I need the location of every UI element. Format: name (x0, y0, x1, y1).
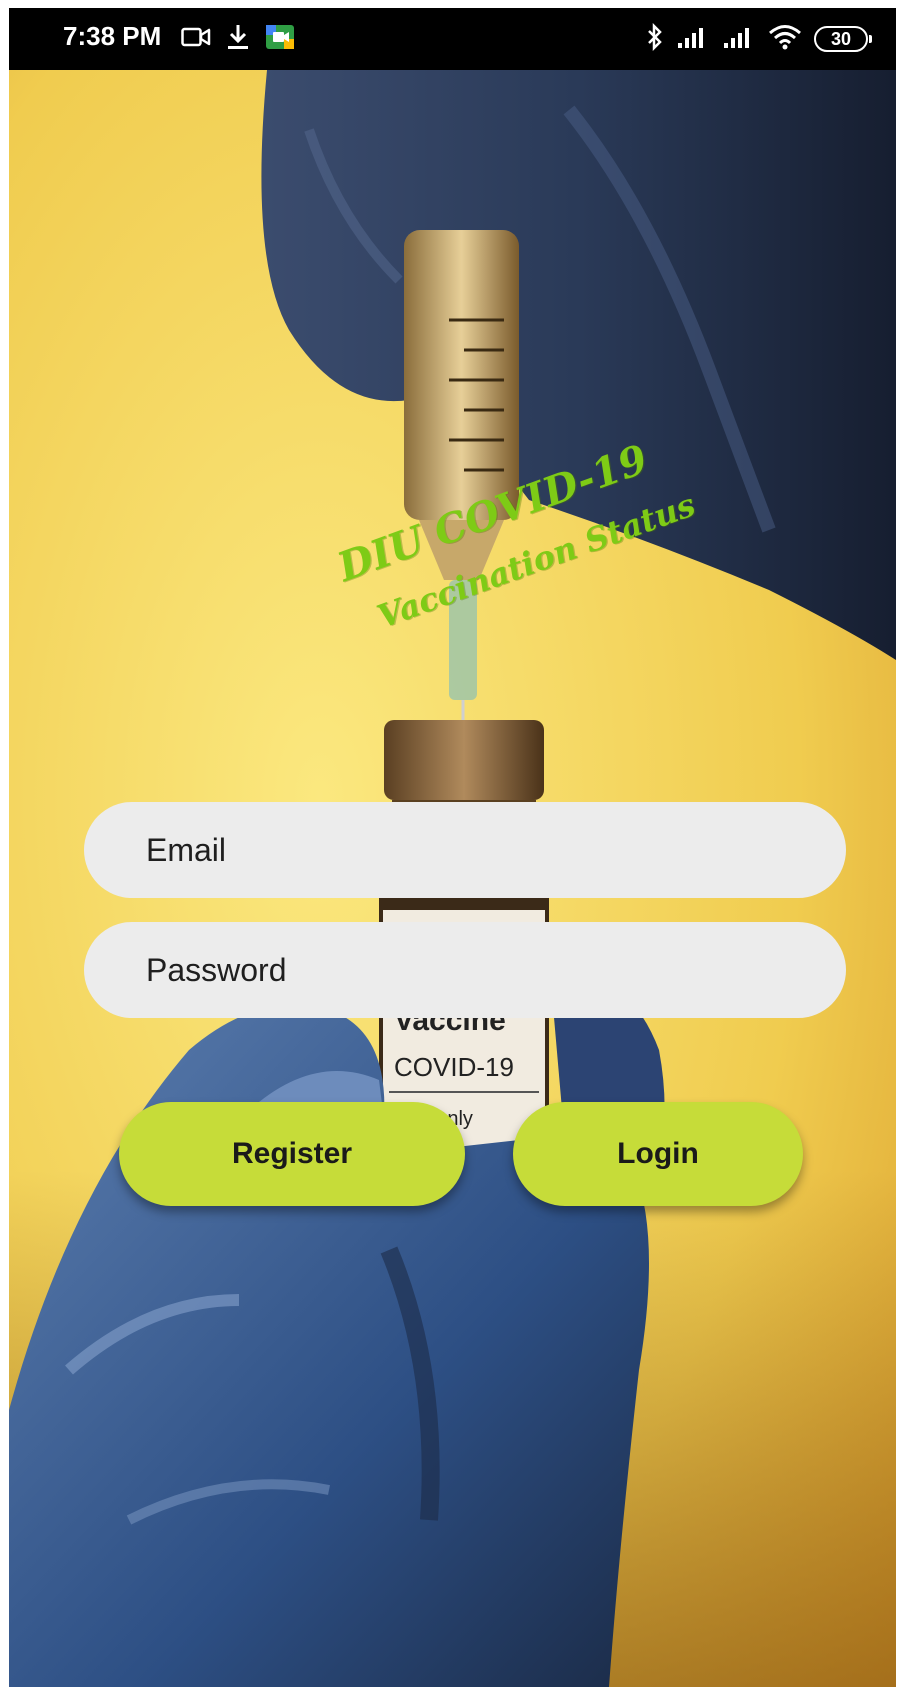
signal-icon (676, 25, 710, 54)
status-time: 7:38 PM (63, 21, 162, 51)
status-left-icons (181, 22, 295, 56)
app-screen: 7:38 PM 30 Vaccine COVID-19 Only DIU COV… (9, 8, 896, 1687)
wifi-icon (768, 23, 802, 56)
vial-label-covid: COVID-19 (394, 1052, 514, 1082)
download-icon (225, 23, 251, 56)
status-bar: 7:38 PM 30 (9, 8, 896, 70)
battery-icon: 30 (814, 26, 872, 52)
signal-icon (722, 25, 756, 54)
battery-level: 30 (830, 28, 852, 49)
meet-app-icon (265, 23, 295, 56)
status-right-icons: 30 (646, 22, 872, 56)
video-call-icon (181, 26, 211, 53)
login-button[interactable]: Login (513, 1102, 803, 1206)
email-input[interactable] (84, 802, 846, 898)
password-input[interactable] (84, 922, 846, 1018)
register-button[interactable]: Register (119, 1102, 465, 1206)
bluetooth-icon (646, 22, 664, 56)
